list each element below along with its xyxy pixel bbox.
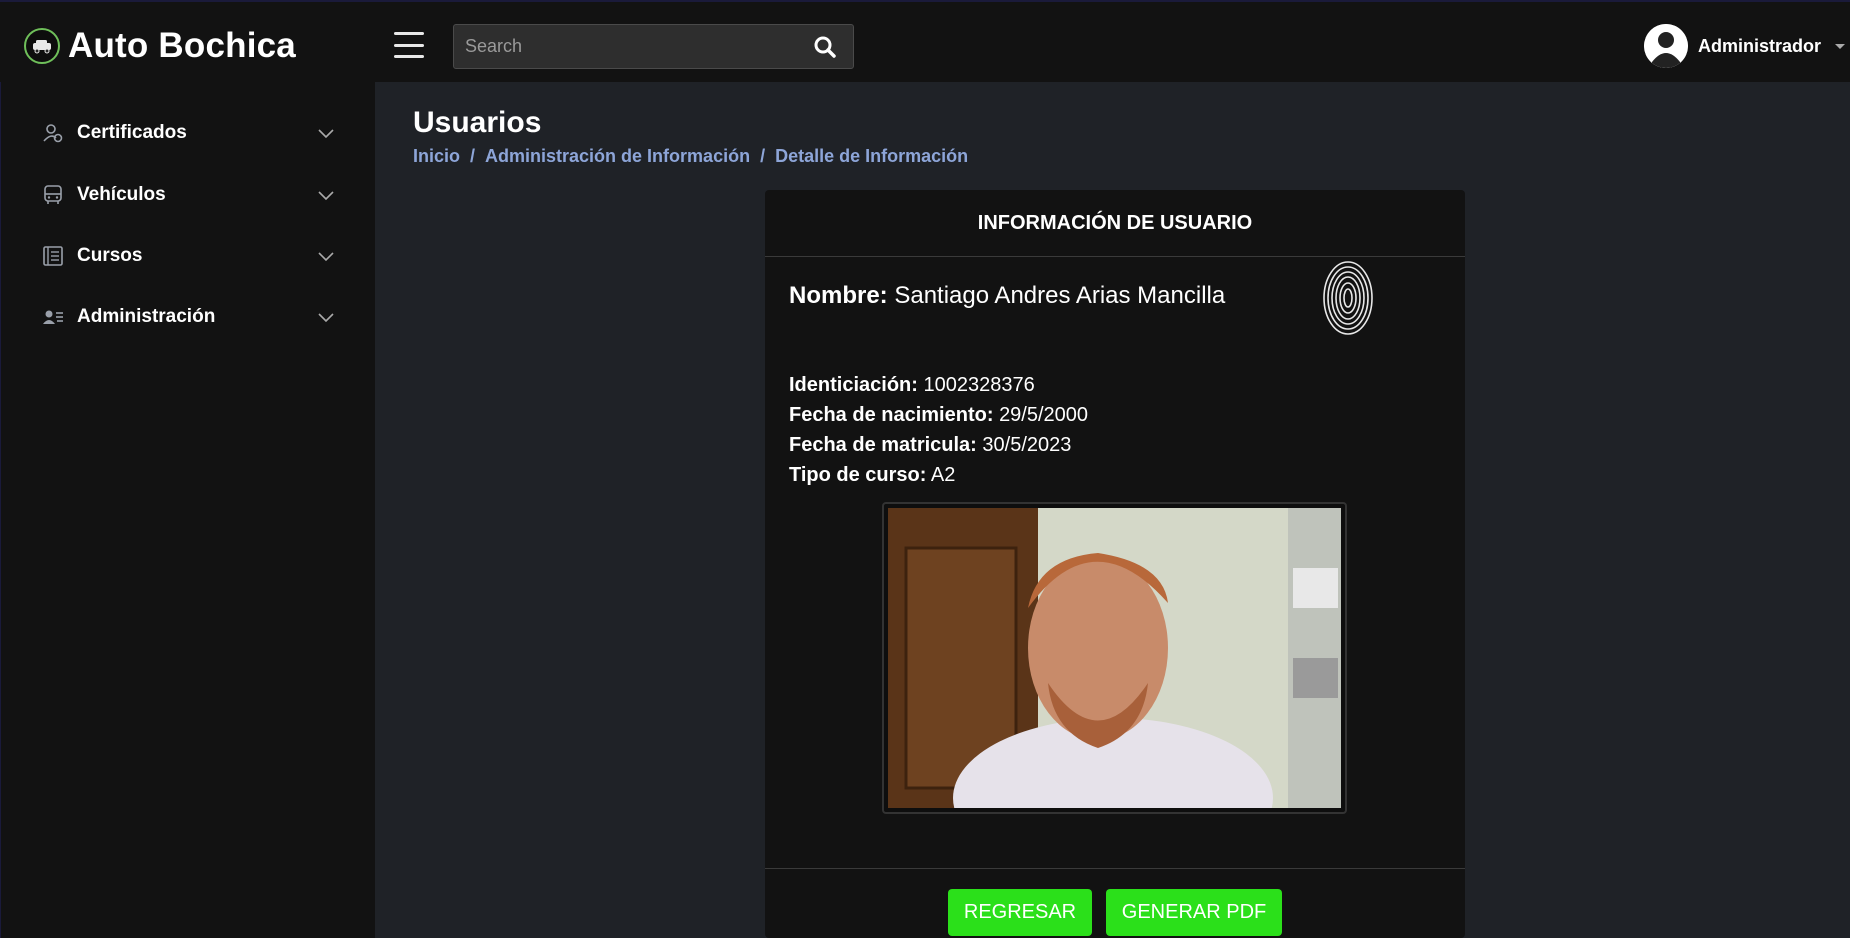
sidebar: Certificados Vehículos Cursos Administra… — [0, 82, 375, 938]
detail-row-tipo-curso: Tipo de curso: A2 — [789, 460, 1088, 490]
users-admin-icon — [41, 305, 65, 329]
user-certificate-icon — [41, 121, 65, 145]
list-icon — [41, 244, 65, 268]
detail-value: 30/5/2023 — [982, 434, 1072, 456]
breadcrumb-separator: / — [470, 146, 476, 166]
brand[interactable]: Auto Bochica — [24, 26, 296, 66]
chevron-down-icon — [316, 307, 336, 327]
nombre-value: Santiago Andres Arias Mancilla — [894, 282, 1226, 309]
detail-label: Fecha de matricula: — [789, 434, 977, 456]
sidebar-item-certificados[interactable]: Certificados — [41, 113, 336, 153]
user-name: Administrador — [1698, 35, 1822, 56]
detail-value: 29/5/2000 — [999, 404, 1089, 426]
detail-row-fecha-nacimiento: Fecha de nacimiento: 29/5/2000 — [789, 400, 1088, 430]
chevron-down-icon — [1835, 43, 1846, 49]
breadcrumb-inicio[interactable]: Inicio — [413, 146, 460, 167]
sidebar-item-label: Cursos — [77, 245, 143, 266]
fingerprint-icon — [1322, 260, 1374, 336]
detail-label: Fecha de nacimiento: — [789, 404, 994, 426]
sidebar-item-vehiculos[interactable]: Vehículos — [41, 175, 336, 215]
bus-icon — [41, 183, 65, 207]
sidebar-item-administracion[interactable]: Administración — [41, 297, 336, 337]
breadcrumb-separator: / — [760, 146, 766, 166]
detail-row-fecha-matricula: Fecha de matricula: 30/5/2023 — [789, 430, 1088, 460]
sidebar-item-label: Vehículos — [77, 184, 166, 205]
user-menu[interactable]: Administrador — [1644, 24, 1846, 68]
car-logo-icon — [24, 28, 60, 64]
search-box — [453, 24, 854, 69]
avatar-icon — [1644, 24, 1688, 68]
sidebar-item-label: Administración — [77, 306, 216, 327]
generate-pdf-button[interactable]: GENERAR PDF — [1106, 889, 1282, 936]
sidebar-item-cursos[interactable]: Cursos — [41, 236, 336, 276]
detail-value: A2 — [930, 464, 956, 486]
profile-photo — [888, 508, 1341, 808]
breadcrumb-administracion[interactable]: Administración de Información — [485, 146, 750, 167]
detail-value: 1002328376 — [923, 374, 1035, 396]
user-photo — [882, 502, 1347, 814]
breadcrumb-detalle[interactable]: Detalle de Información — [775, 146, 968, 167]
detail-label: Tipo de curso: — [789, 464, 927, 486]
user-name-row: Nombre: Santiago Andres Arias Mancilla — [789, 282, 1225, 310]
search-input[interactable] — [454, 25, 794, 68]
back-button[interactable]: REGRESAR — [948, 889, 1092, 936]
detail-label: Identiciación: — [789, 374, 918, 396]
breadcrumb: Inicio / Administración de Información /… — [413, 146, 968, 167]
brand-name: Auto Bochica — [68, 26, 296, 65]
chevron-down-icon — [316, 123, 336, 143]
chevron-down-icon — [316, 185, 336, 205]
user-details: Identiciación: 1002328376 Fecha de nacim… — [789, 370, 1088, 490]
chevron-down-icon — [316, 246, 336, 266]
search-icon[interactable] — [813, 35, 839, 61]
page-title: Usuarios — [413, 106, 542, 139]
user-info-card: INFORMACIÓN DE USUARIO Nombre: Santiago … — [765, 190, 1465, 938]
detail-row-identificacion: Identiciación: 1002328376 — [789, 370, 1088, 400]
card-title: INFORMACIÓN DE USUARIO — [765, 190, 1465, 257]
menu-toggle-icon[interactable] — [394, 32, 424, 58]
top-bar: Auto Bochica Administrador — [0, 0, 1850, 82]
card-footer: REGRESAR GENERAR PDF — [765, 868, 1465, 938]
sidebar-item-label: Certificados — [77, 122, 187, 143]
nombre-label: Nombre: — [789, 282, 888, 309]
